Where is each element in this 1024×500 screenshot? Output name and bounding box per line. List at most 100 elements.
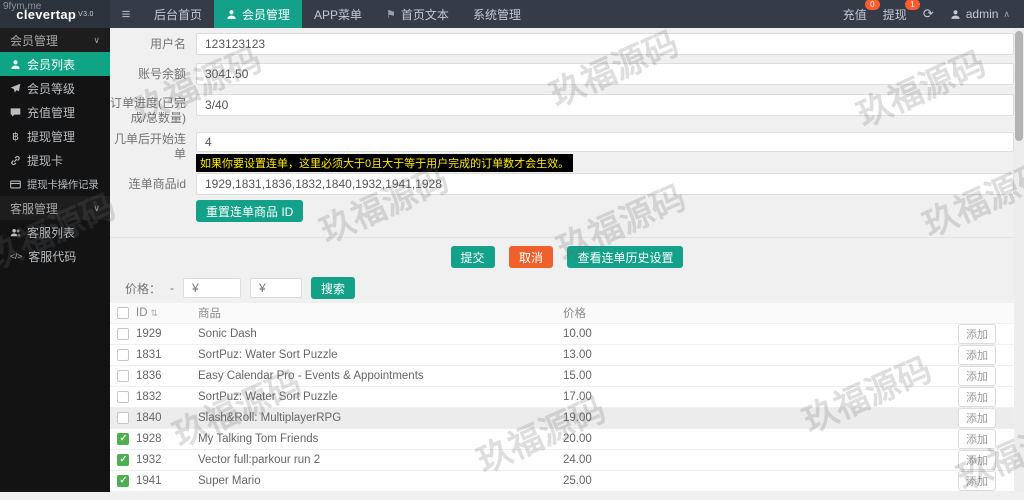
balance-field[interactable] xyxy=(196,63,1014,85)
cell-price: 15.00 xyxy=(563,370,940,382)
select-all-checkbox[interactable] xyxy=(117,307,129,319)
row-checkbox[interactable] xyxy=(117,412,129,424)
recharge-link[interactable]: 充值 0 xyxy=(843,6,867,23)
reset-chain-products-button[interactable]: 重置连单商品 ID xyxy=(196,200,303,222)
order-progress-field[interactable] xyxy=(196,94,1014,116)
add-button[interactable]: 添加 xyxy=(958,450,996,470)
add-button[interactable]: 添加 xyxy=(958,408,996,428)
view-chain-history-button[interactable]: 查看连单历史设置 xyxy=(567,246,683,268)
row-checkbox[interactable] xyxy=(117,349,129,361)
sidebar-item-member-level[interactable]: 会员等级 xyxy=(0,76,110,100)
cell-price: 25.00 xyxy=(563,475,940,487)
sidebar-item-support-list[interactable]: 客服列表 xyxy=(0,220,110,244)
chain-products-field[interactable] xyxy=(196,173,1014,195)
cell-price: 24.00 xyxy=(563,454,940,466)
row-checkbox-checked[interactable] xyxy=(117,433,129,445)
sidebar-section-support[interactable]: 客服管理 ∨ xyxy=(0,196,110,220)
item-label: 充值管理 xyxy=(27,104,75,121)
cell-id: 1929 xyxy=(136,328,198,340)
cell-id: 1840 xyxy=(136,412,198,424)
users-icon xyxy=(10,227,21,238)
item-label: 会员等级 xyxy=(27,80,75,97)
nav-item-system[interactable]: 系统管理 xyxy=(461,0,533,28)
sidebar: 会员管理 ∨ 会员列表 会员等级 充值管理 ฿ 提现管理 提现卡 提现卡操作记录… xyxy=(0,28,110,492)
cell-id: 1836 xyxy=(136,370,198,382)
nav-item-members[interactable]: 会员管理 xyxy=(214,0,302,28)
table-row: 1928 My Talking Tom Friends 20.00 添加 xyxy=(110,429,1014,450)
scrollbar-thumb[interactable] xyxy=(1015,31,1023,141)
sidebar-item-support-code[interactable]: </> 客服代码 xyxy=(0,244,110,268)
username-field[interactable] xyxy=(196,33,1014,55)
products-table: ID ⇅ 商品 价格 1929 Sonic Dash 10.00 添加 1831… xyxy=(110,303,1014,492)
card-icon xyxy=(10,179,21,190)
chain-products-label: 连单商品id xyxy=(110,177,186,192)
sidebar-item-member-list[interactable]: 会员列表 xyxy=(0,52,110,76)
row-checkbox[interactable] xyxy=(117,370,129,382)
paper-plane-icon xyxy=(10,83,21,94)
balance-label: 账号余额 xyxy=(110,67,186,82)
price-search-row: 价格： - 搜索 xyxy=(125,277,355,299)
table-row: 1929 Sonic Dash 10.00 添加 xyxy=(110,324,1014,345)
top-nav: 后台首页 会员管理 APP菜单 ⚑ 首页文本 系统管理 xyxy=(142,0,533,28)
user-menu[interactable]: admin ∧ xyxy=(950,7,1010,21)
divider xyxy=(110,237,1024,238)
nav-item-home-text[interactable]: ⚑ 首页文本 xyxy=(374,0,461,28)
row-checkbox[interactable] xyxy=(117,391,129,403)
add-button[interactable]: 添加 xyxy=(958,345,996,365)
add-button[interactable]: 添加 xyxy=(958,471,996,491)
sidebar-item-recharge-mgmt[interactable]: 充值管理 xyxy=(0,100,110,124)
cell-price: 10.00 xyxy=(563,328,940,340)
sidebar-section-members[interactable]: 会员管理 ∨ xyxy=(0,28,110,52)
recharge-badge: 0 xyxy=(865,0,880,10)
price-max-input[interactable] xyxy=(250,278,302,298)
item-label: 会员列表 xyxy=(27,56,75,73)
nav-label: 后台首页 xyxy=(154,6,202,23)
price-label: 价格： xyxy=(125,280,161,297)
row-checkbox-checked[interactable] xyxy=(117,475,129,487)
submit-button[interactable]: 提交 xyxy=(451,246,495,268)
nav-item-dashboard[interactable]: 后台首页 xyxy=(142,0,214,28)
cell-id: 1832 xyxy=(136,391,198,403)
product-column-header: 商品 xyxy=(198,305,563,321)
table-row-highlighted: 1840 Slash&Roll: MultiplayerRPG 19.00 添加 xyxy=(110,408,1014,429)
cell-product: SortPuz: Water Sort Puzzle xyxy=(198,349,563,361)
table-header-row: ID ⇅ 商品 价格 xyxy=(110,303,1014,324)
nav-label: APP菜单 xyxy=(314,6,362,23)
refresh-icon[interactable]: ⟳ xyxy=(923,6,934,22)
table-row: 1836 Easy Calendar Pro - Events & Appoin… xyxy=(110,366,1014,387)
search-button[interactable]: 搜索 xyxy=(311,277,355,299)
sidebar-item-withdraw-mgmt[interactable]: ฿ 提现管理 xyxy=(0,124,110,148)
cell-id: 1932 xyxy=(136,454,198,466)
hamburger-menu-icon[interactable]: ≡ xyxy=(110,0,142,28)
cell-price: 17.00 xyxy=(563,391,940,403)
item-label: 提现管理 xyxy=(27,128,75,145)
comment-icon xyxy=(10,107,21,118)
item-label: 客服列表 xyxy=(27,224,75,241)
cell-price: 19.00 xyxy=(563,412,940,424)
item-label: 客服代码 xyxy=(28,248,76,265)
withdraw-link[interactable]: 提现 1 xyxy=(883,6,907,23)
chain-start-label: 几单后开始连单 xyxy=(110,132,186,162)
row-checkbox[interactable] xyxy=(117,328,129,340)
caret-up-icon: ∧ xyxy=(1003,9,1010,20)
section-label: 会员管理 xyxy=(10,32,58,49)
scrollbar[interactable] xyxy=(1014,28,1024,492)
add-button[interactable]: 添加 xyxy=(958,324,996,344)
add-button[interactable]: 添加 xyxy=(958,366,996,386)
nav-label: 首页文本 xyxy=(401,6,449,23)
nav-label: 系统管理 xyxy=(473,6,521,23)
username-label: 用户名 xyxy=(110,37,186,52)
price-min-input[interactable] xyxy=(183,278,241,298)
chain-start-field[interactable] xyxy=(196,132,1014,152)
nav-item-app-menu[interactable]: APP菜单 xyxy=(302,0,374,28)
add-button[interactable]: 添加 xyxy=(958,387,996,407)
sidebar-item-withdraw-card-log[interactable]: 提现卡操作记录 xyxy=(0,172,110,196)
sort-icon[interactable]: ⇅ xyxy=(151,308,159,319)
item-label: 提现卡操作记录 xyxy=(27,177,98,192)
cancel-button[interactable]: 取消 xyxy=(509,246,553,268)
person-icon xyxy=(226,9,237,20)
cell-id: 1831 xyxy=(136,349,198,361)
sidebar-item-withdraw-card[interactable]: 提现卡 xyxy=(0,148,110,172)
add-button[interactable]: 添加 xyxy=(958,429,996,449)
row-checkbox-checked[interactable] xyxy=(117,454,129,466)
